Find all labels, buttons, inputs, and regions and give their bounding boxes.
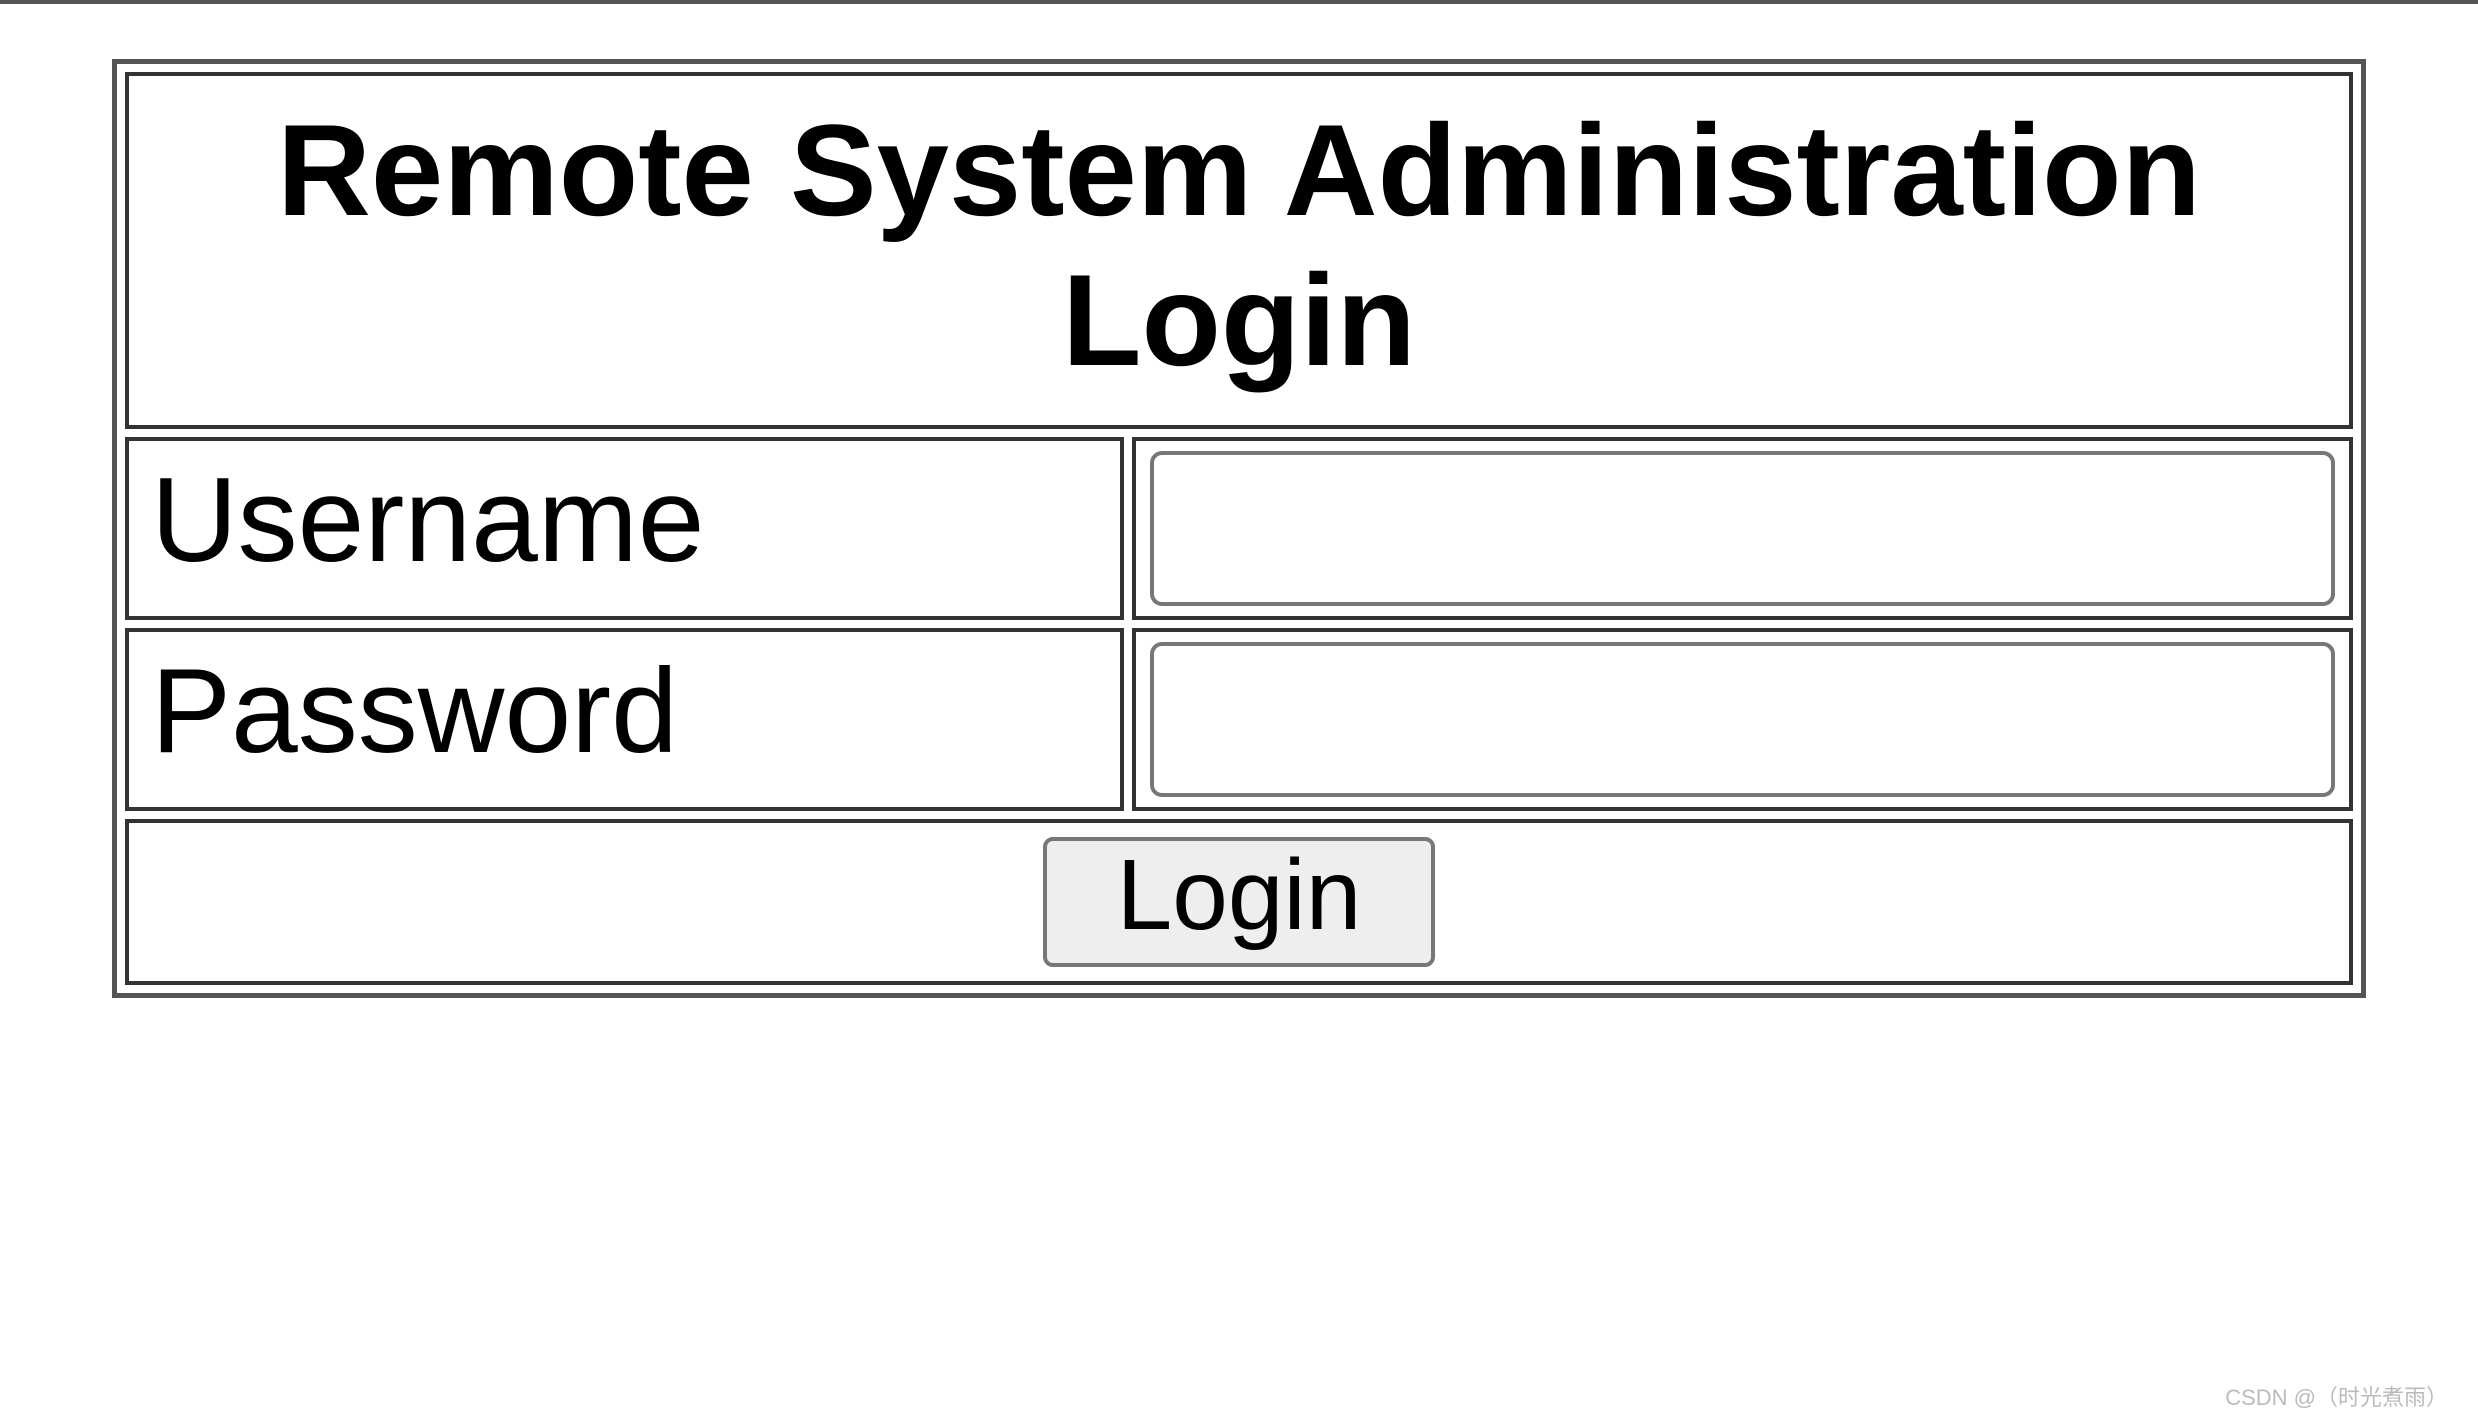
login-button[interactable]: Login bbox=[1043, 837, 1436, 967]
watermark-text: CSDN @（时光煮雨） bbox=[2225, 1380, 2448, 1412]
username-input[interactable] bbox=[1150, 451, 2335, 606]
username-input-cell bbox=[1132, 437, 2353, 620]
username-label: Username bbox=[125, 437, 1124, 620]
password-label: Password bbox=[125, 628, 1124, 811]
password-input[interactable] bbox=[1150, 642, 2335, 797]
form-title: Remote System Administration Login bbox=[125, 72, 2353, 429]
submit-cell: Login bbox=[125, 819, 2353, 985]
login-table: Remote System Administration Login Usern… bbox=[117, 64, 2361, 993]
login-form-container: Remote System Administration Login Usern… bbox=[112, 59, 2366, 998]
password-input-cell bbox=[1132, 628, 2353, 811]
page-top-border bbox=[0, 0, 2478, 4]
